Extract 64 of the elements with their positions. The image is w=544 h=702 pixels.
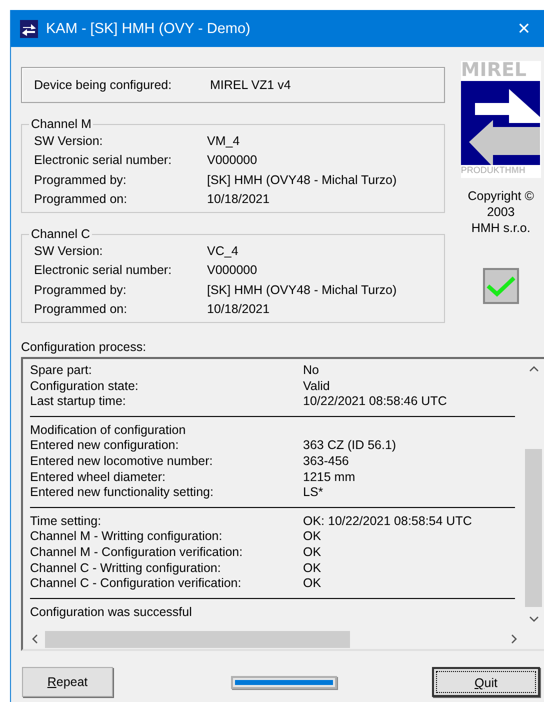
log-label: Spare part: [30, 363, 93, 379]
log-label: Last startup time: [30, 394, 127, 410]
log-label: Channel M - Configuration verification: [30, 544, 244, 561]
field-value: [SK] HMH (OVY48 - Michal Turzo) [207, 172, 397, 187]
log-value: 363-456 [303, 454, 349, 470]
dialog-button[interactable]: Repeat [22, 667, 113, 697]
field-label: SW Version: [34, 244, 104, 258]
log-label: Channel M - Writting configuration: [30, 529, 224, 545]
log-value: 10/22/2021 08:58:46 UTC [303, 394, 447, 410]
copyright-text: Copyright © [468, 188, 534, 204]
log-value: OK: 10/22/2021 08:58:54 UTC [303, 514, 472, 530]
field-label: Programmed by: [34, 282, 128, 297]
log-label: Modification of configuration [30, 422, 187, 438]
dialog-button[interactable]: Quit [432, 667, 540, 697]
section-label: Configuration process: [21, 340, 148, 354]
log-label: Channel C - Configuration verification: [30, 576, 242, 592]
close-button[interactable]: ✕ [504, 10, 544, 47]
scroll-right-icon[interactable] [510, 634, 518, 644]
field-label: Electronic serial number: [34, 153, 173, 168]
log-value: OK [303, 544, 322, 561]
log-label: Channel C - Writting configuration: [30, 560, 222, 576]
log-value: No [303, 363, 319, 379]
log-value: OK [303, 529, 322, 545]
field-label: Programmed on: [34, 302, 128, 316]
field-label: Programmed by: [34, 172, 128, 187]
log-value: Valid [303, 378, 330, 394]
field-label: SW Version: [34, 134, 104, 148]
log-label: Entered new functionality setting: [30, 485, 214, 501]
log-label: Time setting: [30, 514, 102, 530]
field-value: 10/18/2021 [207, 302, 270, 316]
log-label: Configuration was successful [30, 604, 193, 620]
log-value: LS* [303, 485, 324, 501]
field-value: VM_4 [207, 134, 240, 148]
log-value: OK [303, 560, 322, 576]
scroll-up-icon[interactable] [528, 365, 538, 373]
field-value: V000000 [207, 263, 258, 278]
log-label: Entered wheel diameter: [30, 470, 166, 486]
field-value: VC_4 [207, 244, 238, 258]
group-title: Channel M [30, 117, 92, 131]
field-value: [SK] HMH (OVY48 - Michal Turzo) [207, 282, 397, 297]
field-label: Device being configured: [34, 78, 173, 92]
log-value: 363 CZ (ID 56.1) [303, 438, 396, 454]
check-icon [486, 275, 516, 297]
log-label: Entered new configuration: [30, 438, 180, 454]
window-title: KAM - [SK] HMH (OVY - Demo) [46, 20, 252, 36]
field-value: 10/18/2021 [207, 192, 270, 206]
group-title: Channel C [30, 227, 92, 241]
log-label: Configuration state: [30, 378, 140, 394]
scroll-left-icon[interactable] [31, 634, 39, 644]
field-label: Programmed on: [34, 192, 128, 206]
scroll-down-icon[interactable] [528, 615, 538, 623]
field-value: V000000 [207, 153, 258, 168]
field-label: Electronic serial number: [34, 263, 173, 278]
scroll-thumb[interactable] [525, 449, 542, 607]
copyright-text: HMH s.r.o. [471, 220, 530, 236]
logo-footer: PRODUKTHMH [460, 165, 526, 176]
copyright-text: 2003 [486, 204, 515, 220]
field-value: MIREL VZ1 v4 [210, 78, 291, 92]
app-icon [20, 20, 38, 38]
logo-brand: MIREL [460, 61, 527, 81]
log-value: OK [303, 576, 322, 592]
log-value: 1215 mm [303, 470, 356, 486]
log-label: Entered new locomotive number: [30, 454, 214, 470]
scroll-thumb[interactable] [45, 630, 350, 648]
